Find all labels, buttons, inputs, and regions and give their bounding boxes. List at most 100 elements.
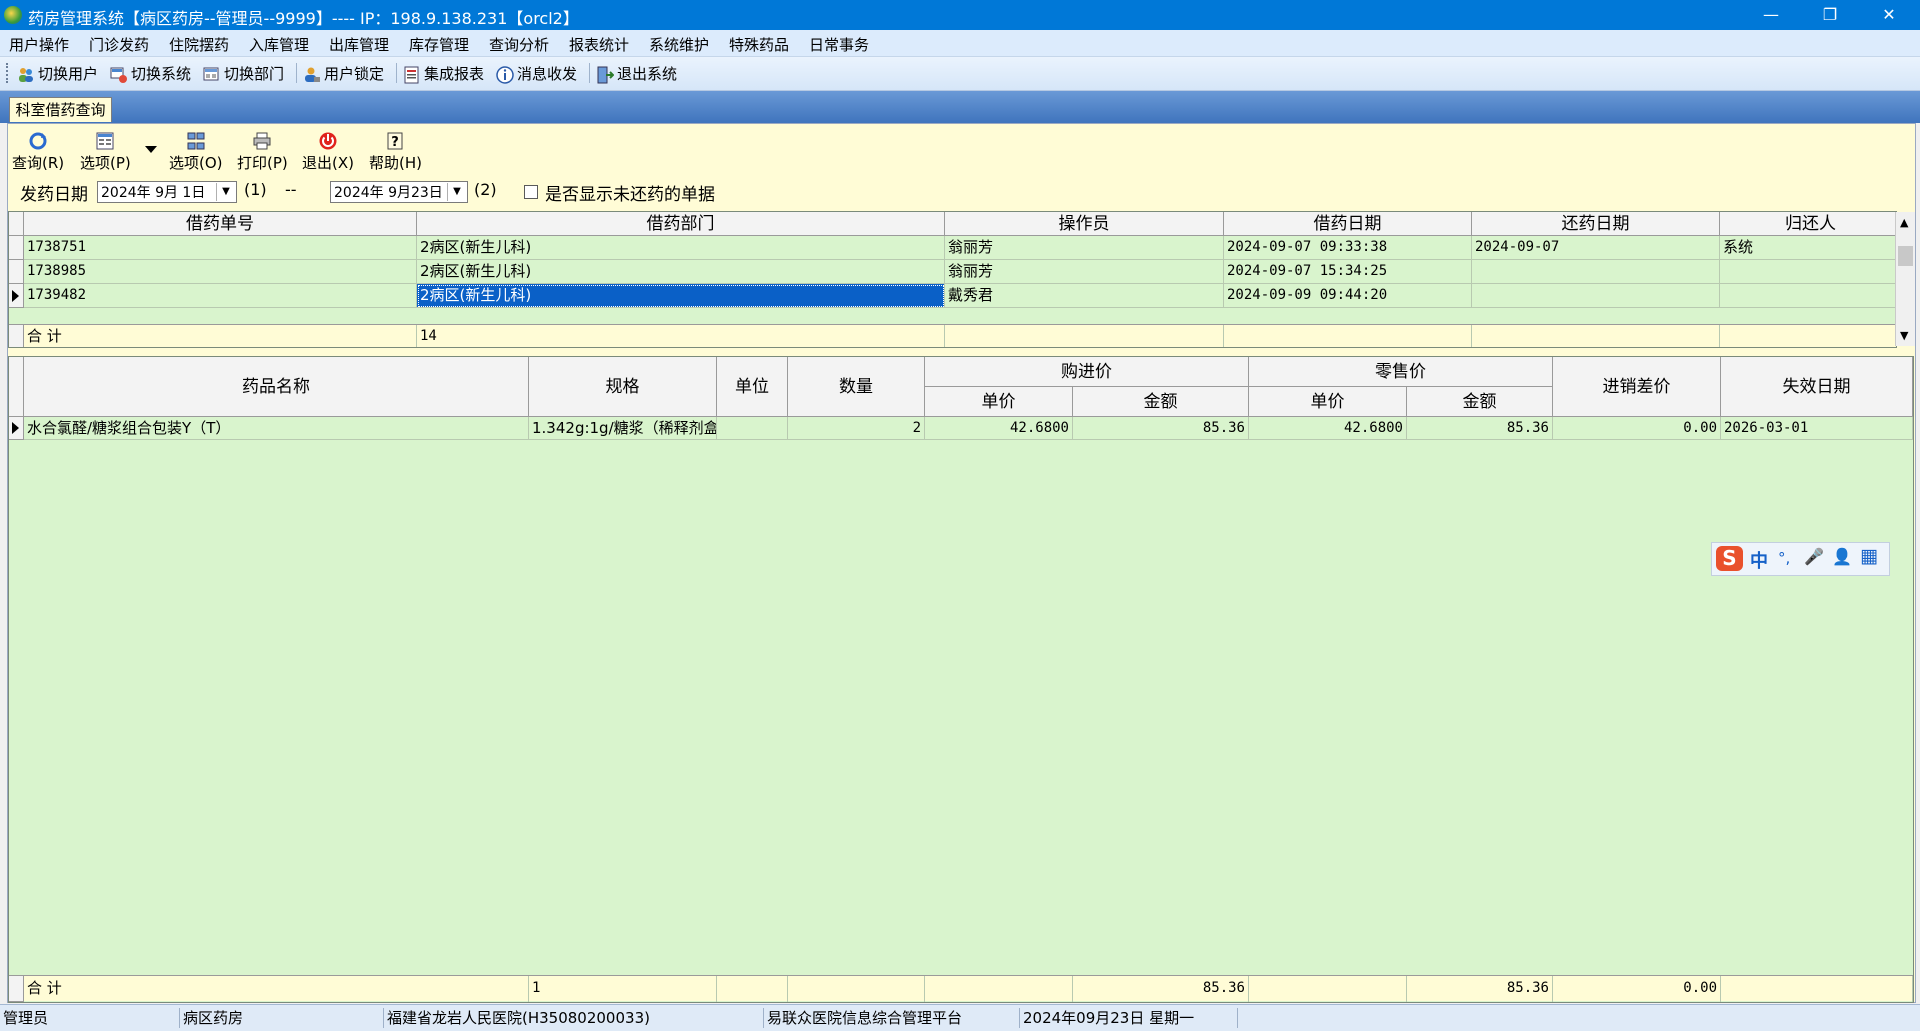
return-date-cell[interactable] — [1472, 260, 1720, 284]
col-header-purchase-unit-price[interactable]: 单价 — [925, 387, 1073, 417]
tab-dept-loan-query[interactable]: 科室借药查询 — [9, 97, 112, 122]
close-button[interactable]: ✕ — [1860, 0, 1918, 30]
menu-user-ops[interactable]: 用户操作 — [9, 34, 69, 55]
microphone-icon[interactable]: 🎤 — [1804, 547, 1824, 566]
col-header-loan-no[interactable]: 借药单号 — [24, 212, 417, 236]
date-to-picker[interactable]: 2024年 9月23日 ▼ — [330, 181, 468, 203]
user-lock-button[interactable]: 用户锁定 — [303, 63, 384, 85]
col-header-drug-name[interactable]: 药品名称 — [24, 357, 529, 417]
col-header-operator[interactable]: 操作员 — [945, 212, 1224, 236]
menu-daily-affairs[interactable]: 日常事务 — [809, 34, 869, 55]
menu-inpatient[interactable]: 住院摆药 — [169, 34, 229, 55]
scroll-down-icon[interactable]: ▼ — [1900, 329, 1908, 342]
switch-user-button[interactable]: 切换用户 — [17, 63, 98, 85]
margin-cell[interactable]: 0.00 — [1553, 417, 1721, 440]
retail-unit-price-cell[interactable]: 42.6800 — [1249, 417, 1407, 440]
option-dropdown-arrow-icon[interactable] — [145, 146, 157, 153]
menu-stock-out[interactable]: 出库管理 — [329, 34, 389, 55]
quantity-cell[interactable]: 2 — [788, 417, 925, 440]
menu-reports[interactable]: 报表统计 — [569, 34, 629, 55]
expiry-cell[interactable]: 2026-03-01 — [1721, 417, 1913, 440]
spec-cell[interactable]: 1.342g:1g/糖浆（稀释剂盒 — [529, 417, 717, 440]
return-date-cell[interactable] — [1472, 284, 1720, 308]
scroll-up-icon[interactable]: ▲ — [1900, 216, 1908, 229]
purchase-unit-price-cell[interactable]: 42.6800 — [925, 417, 1073, 440]
col-header-quantity[interactable]: 数量 — [788, 357, 925, 417]
toolbar-grip[interactable] — [6, 63, 11, 83]
show-unreturned-label[interactable]: 是否显示未还药的单据 — [545, 180, 715, 205]
retail-amount-cell[interactable]: 85.36 — [1407, 417, 1553, 440]
exit-system-button[interactable]: 退出系统 — [596, 63, 677, 85]
unit-cell[interactable] — [717, 417, 788, 440]
col-header-spec[interactable]: 规格 — [529, 357, 717, 417]
col-header-purchase-amount[interactable]: 金额 — [1073, 387, 1249, 417]
ime-punct-toggle[interactable]: °, — [1778, 549, 1790, 567]
operator-cell[interactable]: 翁丽芳 — [945, 260, 1224, 284]
col-header-retail-amount[interactable]: 金额 — [1407, 387, 1553, 417]
sogou-logo-icon[interactable]: S — [1716, 546, 1743, 571]
loan-dept-cell[interactable]: 2病区(新生儿科) — [417, 236, 945, 260]
col-header-unit[interactable]: 单位 — [717, 357, 788, 417]
loan-no-cell[interactable]: 1738985 — [24, 260, 417, 284]
ime-lang-toggle[interactable]: 中 — [1750, 547, 1768, 573]
col-header-returner[interactable]: 归还人 — [1720, 212, 1896, 236]
current-row-indicator[interactable] — [9, 284, 24, 308]
menu-query-analysis[interactable]: 查询分析 — [489, 34, 549, 55]
drug-name-cell[interactable]: 水合氯醛/糖浆组合包装Y（T） — [24, 417, 529, 440]
returner-cell[interactable]: 系统 — [1720, 236, 1896, 260]
messaging-button[interactable]: 消息收发 — [496, 63, 577, 85]
show-unreturned-checkbox[interactable] — [524, 185, 538, 199]
row-indicator[interactable] — [9, 260, 24, 284]
row-indicator[interactable] — [9, 236, 24, 260]
print-button[interactable]: 打印(P) — [237, 131, 288, 173]
returner-cell[interactable] — [1720, 260, 1896, 284]
loan-date-cell[interactable]: 2024-09-07 09:33:38 — [1224, 236, 1472, 260]
menu-special-drugs[interactable]: 特殊药品 — [729, 34, 789, 55]
query-button[interactable]: 查询(R) — [12, 131, 64, 173]
return-date-cell[interactable]: 2024-09-07 — [1472, 236, 1720, 260]
returner-cell[interactable] — [1720, 284, 1896, 308]
loan-grid: 借药单号 借药部门 操作员 借药日期 还药日期 归还人 1738751 2病区(… — [8, 211, 1897, 348]
grid-menu-icon[interactable]: ▦ — [1860, 545, 1878, 567]
menu-stock-in[interactable]: 入库管理 — [249, 34, 309, 55]
operator-cell[interactable]: 戴秀君 — [945, 284, 1224, 308]
option-o-button[interactable]: 选项(O) — [169, 131, 223, 173]
loan-dept-cell-selected[interactable]: 2病区(新生儿科) — [417, 284, 945, 308]
total-spec-count: 1 — [529, 976, 717, 1002]
menu-bar: 用户操作 门诊发药 住院摆药 入库管理 出库管理 库存管理 查询分析 报表统计 … — [0, 30, 1920, 57]
menu-system-maintenance[interactable]: 系统维护 — [649, 34, 709, 55]
col-header-loan-date[interactable]: 借药日期 — [1224, 212, 1472, 236]
loan-date-cell[interactable]: 2024-09-09 09:44:20 — [1224, 284, 1472, 308]
minimize-button[interactable]: — — [1742, 0, 1800, 30]
user-icon[interactable]: 👤 — [1832, 547, 1852, 566]
col-header-retail-price[interactable]: 零售价 — [1249, 357, 1553, 387]
col-header-loan-dept[interactable]: 借药部门 — [417, 212, 945, 236]
menu-outpatient[interactable]: 门诊发药 — [89, 34, 149, 55]
loan-no-cell[interactable]: 1738751 — [24, 236, 417, 260]
operator-cell[interactable]: 翁丽芳 — [945, 236, 1224, 260]
purchase-amount-cell[interactable]: 85.36 — [1073, 417, 1249, 440]
col-header-purchase-price[interactable]: 购进价 — [925, 357, 1249, 387]
integrated-report-button[interactable]: 集成报表 — [403, 63, 484, 85]
scroll-thumb[interactable] — [1898, 246, 1913, 266]
loan-no-cell[interactable]: 1739482 — [24, 284, 417, 308]
col-header-return-date[interactable]: 还药日期 — [1472, 212, 1720, 236]
date-from-picker[interactable]: 2024年 9月 1日 ▼ — [97, 181, 237, 203]
current-row-indicator[interactable] — [9, 417, 24, 440]
ime-toolbar[interactable]: S 中 °, 🎤 👤 ▦ — [1711, 542, 1890, 576]
loan-dept-cell[interactable]: 2病区(新生儿科) — [417, 260, 945, 284]
loan-grid-scrollbar[interactable]: ▲ ▼ — [1895, 212, 1915, 346]
dropdown-arrow-icon[interactable]: ▼ — [447, 183, 466, 201]
loan-date-cell[interactable]: 2024-09-07 15:34:25 — [1224, 260, 1472, 284]
switch-system-button[interactable]: 切换系统 — [110, 63, 191, 85]
col-header-expiry[interactable]: 失效日期 — [1721, 357, 1913, 417]
option-p-button[interactable]: 选项(P) — [80, 131, 131, 173]
exit-button[interactable]: 退出(X) — [302, 131, 354, 173]
dropdown-arrow-icon[interactable]: ▼ — [216, 183, 235, 201]
col-header-retail-unit-price[interactable]: 单价 — [1249, 387, 1407, 417]
menu-inventory[interactable]: 库存管理 — [409, 34, 469, 55]
restore-button[interactable]: ❐ — [1801, 0, 1859, 30]
switch-department-button[interactable]: 切换部门 — [203, 63, 284, 85]
help-button[interactable]: ? 帮助(H) — [369, 131, 422, 173]
col-header-margin[interactable]: 进销差价 — [1553, 357, 1721, 417]
